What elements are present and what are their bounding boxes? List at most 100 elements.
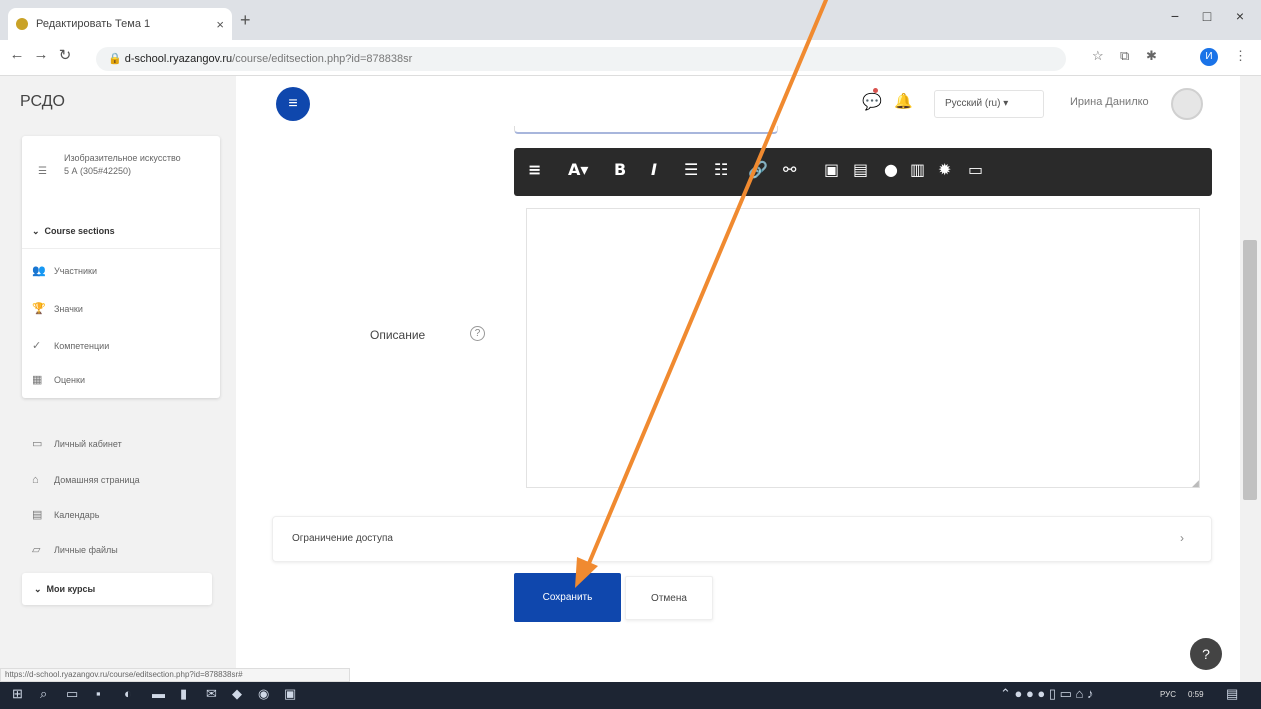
nav-item-dashboard[interactable]: ▭ Личный кабинет — [32, 437, 122, 450]
nav-item-home[interactable]: ⌂ Домашняя страница — [32, 474, 140, 486]
cancel-button[interactable]: Отмена — [625, 576, 713, 620]
notifications-icon[interactable]: ▤ — [1226, 686, 1238, 702]
resize-grip-icon[interactable]: ◢ — [1192, 478, 1199, 489]
drawer-toggle-button[interactable]: ≡ — [276, 87, 310, 121]
nav-item-files[interactable]: ▱ Личные файлы — [32, 543, 118, 556]
microphone-icon[interactable]: ● — [884, 160, 898, 179]
nav-item-label: Участники — [54, 265, 97, 276]
taskbar-app-icon[interactable]: ▪ — [96, 686, 101, 701]
tray-icons[interactable]: ⌃ ● ● ● ▯ ▭ ⌂ ♪ — [1000, 686, 1094, 702]
site-brand[interactable]: РСДО — [20, 93, 65, 111]
chrome-icon[interactable]: ◉ — [258, 686, 269, 702]
extensions-icon[interactable]: ✱ — [1146, 48, 1157, 64]
forward-icon[interactable]: → — [30, 46, 52, 63]
taskbar-app2-icon[interactable]: ▣ — [284, 686, 296, 702]
status-url: https://d-school.ryazangov.ru/course/edi… — [0, 668, 350, 682]
bullet-list-icon[interactable]: ☰ — [684, 160, 698, 179]
browser-tab[interactable]: Редактировать Тема 1 × — [8, 8, 232, 40]
italic-icon[interactable]: I — [651, 160, 657, 179]
user-name[interactable]: Ирина Данилко — [1070, 96, 1149, 108]
file-icon[interactable]: ▥ — [910, 160, 925, 179]
tab-title: Редактировать Тема 1 — [36, 18, 151, 30]
participants-icon: 👥 — [32, 265, 46, 277]
url-field[interactable]: 🔒 d-school.ryazangov.ru/course/editsecti… — [96, 47, 1066, 71]
description-label: Описание — [370, 328, 426, 342]
bell-icon[interactable]: 🔔 — [894, 92, 913, 110]
nav-item-label: Личные файлы — [54, 544, 118, 555]
windows-start-icon[interactable]: ⊞ — [12, 686, 23, 702]
mail-icon[interactable]: ✉ — [206, 686, 217, 702]
check-icon: ✓ — [32, 340, 42, 352]
link-icon[interactable]: 🔗 — [748, 160, 768, 179]
explorer-icon[interactable]: ▬ — [152, 686, 165, 701]
browser-menu-icon[interactable]: ⋮ — [1234, 48, 1247, 64]
trophy-icon: 🏆 — [32, 303, 46, 315]
nav-item-badges[interactable]: 🏆 Значки — [32, 302, 83, 315]
course-icon: ☰ — [38, 166, 47, 177]
messages-icon[interactable]: 💬 — [862, 92, 882, 112]
profile-avatar[interactable]: И — [1200, 48, 1218, 66]
powerpoint-icon[interactable]: ◆ — [232, 686, 242, 702]
course-name-link[interactable]: Изобразительное искусство 5 А (305#42250… — [64, 152, 184, 178]
font-color-icon[interactable]: A▾ — [568, 160, 588, 179]
nav-item-label: Значки — [54, 303, 83, 314]
user-avatar[interactable] — [1171, 88, 1203, 120]
search-icon[interactable]: ⌕ — [40, 686, 47, 702]
task-view-icon[interactable]: ▭ — [66, 686, 78, 702]
unlink-icon[interactable]: ⚯ — [783, 160, 796, 179]
nav-item-participants[interactable]: 👥 Участники — [32, 264, 97, 277]
numbered-list-icon[interactable]: ☷ — [714, 160, 728, 179]
tab-close-icon[interactable]: × — [216, 17, 224, 32]
section-name-input[interactable] — [514, 126, 778, 134]
edge-icon[interactable]: ◐ — [124, 686, 132, 701]
image-icon[interactable]: ▣ — [824, 160, 839, 179]
url-host: d-school.ryazangov.ru — [124, 53, 233, 65]
description-editor[interactable] — [526, 208, 1200, 488]
scrollbar-thumb[interactable] — [1243, 240, 1257, 500]
star-icon[interactable]: ☆ — [1092, 48, 1104, 64]
back-icon[interactable]: ← — [6, 46, 28, 63]
nav-item-label: Компетенции — [54, 340, 110, 351]
bold-icon[interactable]: B — [614, 160, 626, 179]
store-icon[interactable]: ▮ — [180, 686, 187, 702]
notification-dot — [873, 88, 878, 93]
tray-clock[interactable]: 0:59 — [1188, 690, 1204, 699]
nav-item-label: Календарь — [54, 509, 100, 520]
close-window-button[interactable]: × — [1225, 8, 1255, 24]
translate-icon[interactable]: ⧉ — [1120, 48, 1129, 64]
restrict-access-section[interactable] — [272, 516, 1212, 562]
divider — [22, 248, 220, 249]
dashboard-icon: ▭ — [32, 438, 43, 450]
settings-icon[interactable]: ✹ — [938, 160, 951, 179]
screen-icon[interactable]: ▭ — [968, 160, 983, 179]
nav-item-label: Личный кабинет — [54, 438, 122, 449]
nav-item-grades[interactable]: ▦ Оценки — [32, 373, 85, 386]
help-icon[interactable]: ? — [470, 326, 485, 341]
media-icon[interactable]: ▤ — [853, 160, 868, 179]
nav-item-competencies[interactable]: ✓ Компетенции — [32, 339, 109, 352]
favicon-icon — [16, 18, 28, 30]
course-sections-label: Course sections — [44, 226, 115, 236]
tray-language[interactable]: РУС — [1160, 690, 1176, 699]
menu-icon[interactable]: ≡ — [528, 160, 541, 179]
minimize-button[interactable]: − — [1160, 8, 1190, 24]
my-courses-toggle[interactable]: ⌄ Мои курсы — [22, 573, 212, 605]
my-courses-label: Мои курсы — [46, 584, 96, 594]
grades-icon: ▦ — [32, 374, 43, 386]
url-path: /course/editsection.php?id=878838sr — [232, 53, 413, 65]
reload-icon[interactable]: ↻ — [54, 46, 76, 64]
help-fab-icon[interactable]: ? — [1190, 638, 1222, 670]
new-tab-button[interactable]: + — [240, 10, 251, 31]
chevron-right-icon[interactable]: › — [1180, 531, 1184, 545]
restrict-access-label: Ограничение доступа — [292, 533, 393, 544]
maximize-button[interactable]: □ — [1192, 8, 1222, 24]
nav-item-label: Оценки — [54, 374, 85, 385]
lock-icon: 🔒 — [108, 53, 125, 65]
files-icon: ▱ — [32, 544, 41, 556]
calendar-icon: ▤ — [32, 509, 43, 521]
course-sections-toggle[interactable]: ⌄ Course sections — [32, 226, 115, 237]
nav-item-calendar[interactable]: ▤ Календарь — [32, 508, 99, 521]
language-menu[interactable]: Русский (ru) ▾ — [934, 90, 1044, 118]
save-button[interactable]: Сохранить — [514, 573, 621, 622]
nav-item-label: Домашняя страница — [54, 475, 140, 485]
